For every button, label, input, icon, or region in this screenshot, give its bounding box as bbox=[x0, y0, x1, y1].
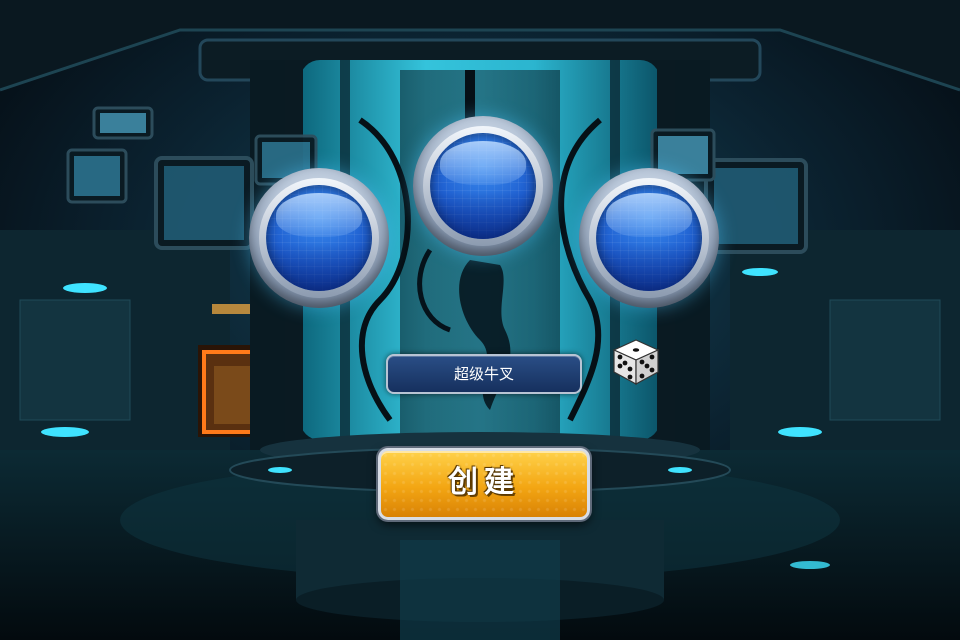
slot-lens bbox=[596, 185, 702, 291]
character-slot-center[interactable] bbox=[413, 116, 553, 256]
create-button-label: 创建 bbox=[448, 465, 520, 500]
slot-lens bbox=[430, 133, 536, 239]
slot-lens bbox=[266, 185, 372, 291]
character-name-field[interactable]: 超级牛叉 bbox=[386, 354, 582, 394]
create-button[interactable]: 创建 bbox=[378, 448, 590, 520]
character-slot-right[interactable] bbox=[579, 168, 719, 308]
lab-background bbox=[0, 0, 960, 640]
dice-icon bbox=[612, 339, 660, 386]
random-name-button[interactable] bbox=[610, 338, 662, 386]
character-slot-left[interactable] bbox=[249, 168, 389, 308]
